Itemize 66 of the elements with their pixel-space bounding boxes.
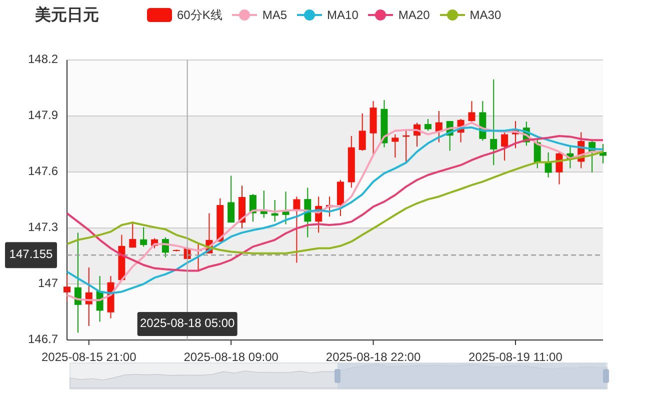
candlestick [260,190,268,218]
candlestick [85,266,92,326]
candlestick [446,120,454,152]
candlestick [457,118,464,143]
candlestick [424,118,432,132]
candlestick [238,185,246,229]
candlestick [501,130,508,162]
x-axis-label: 2025-08-18 09:00 [184,350,278,364]
candlestick [512,120,519,149]
candlestick [358,112,366,152]
candlestick [107,275,114,319]
candlestick [162,236,169,258]
y-axis-label: 147.9 [28,108,58,122]
candlestick [151,238,158,249]
candlestick [380,99,388,148]
legend-item[interactable]: MA20 [368,8,430,22]
candlestick [479,100,486,142]
candlestick [370,100,377,156]
candlestick [336,180,344,217]
legend-item[interactable]: MA30 [440,8,502,22]
candlestick [249,194,256,222]
y-axis-label: 146.7 [28,332,58,346]
candlestick [414,122,421,148]
candlestick [392,134,399,158]
candlestick [468,100,476,122]
candlestick [522,121,530,146]
candlestick [566,144,574,169]
legend-item[interactable]: 60分K线 [147,6,222,24]
candlestick [435,110,442,143]
ref-line-label: 147.155 [9,247,54,262]
y-axis-label: 148.2 [28,52,58,66]
candlestick [129,221,136,248]
candlestick [271,200,278,222]
candlestick [118,234,126,282]
candlestick [282,191,290,225]
zoom-slider[interactable] [70,362,609,390]
y-axis-label: 147.3 [28,220,58,234]
candlestick [588,140,596,173]
x-axis-label: 2025-08-15 21:00 [42,350,136,364]
candlestick [315,196,322,234]
candlestick [304,187,312,238]
chart-title: 美元日元 [35,5,99,26]
candlestick [64,274,70,302]
x-axis-label: 2025-08-18 22:00 [326,350,421,364]
legend-item[interactable]: MA10 [297,8,358,22]
y-axis-label: 147 [38,276,58,290]
legend-candle-icon [147,8,172,22]
candlestick [96,275,104,322]
candlestick [228,175,235,224]
candlestick [534,138,541,169]
candlestick [172,249,180,252]
price-label: 147.155 [5,242,57,268]
candlestick [544,152,552,178]
legend-item[interactable]: MA5 [232,8,288,22]
candlestick [293,196,300,264]
candlestick [600,144,606,164]
candlestick [402,130,410,164]
candlestick [216,198,224,242]
time-label: 2025-08-18 05:00 [137,312,238,336]
candlestick [326,196,334,218]
y-axis-label: 147.6 [28,164,58,178]
candlestick [556,152,563,185]
x-axis-label: 2025-08-19 11:00 [468,350,562,364]
candlestick [348,135,355,188]
candlestick [140,226,148,248]
candlestick [578,132,585,169]
